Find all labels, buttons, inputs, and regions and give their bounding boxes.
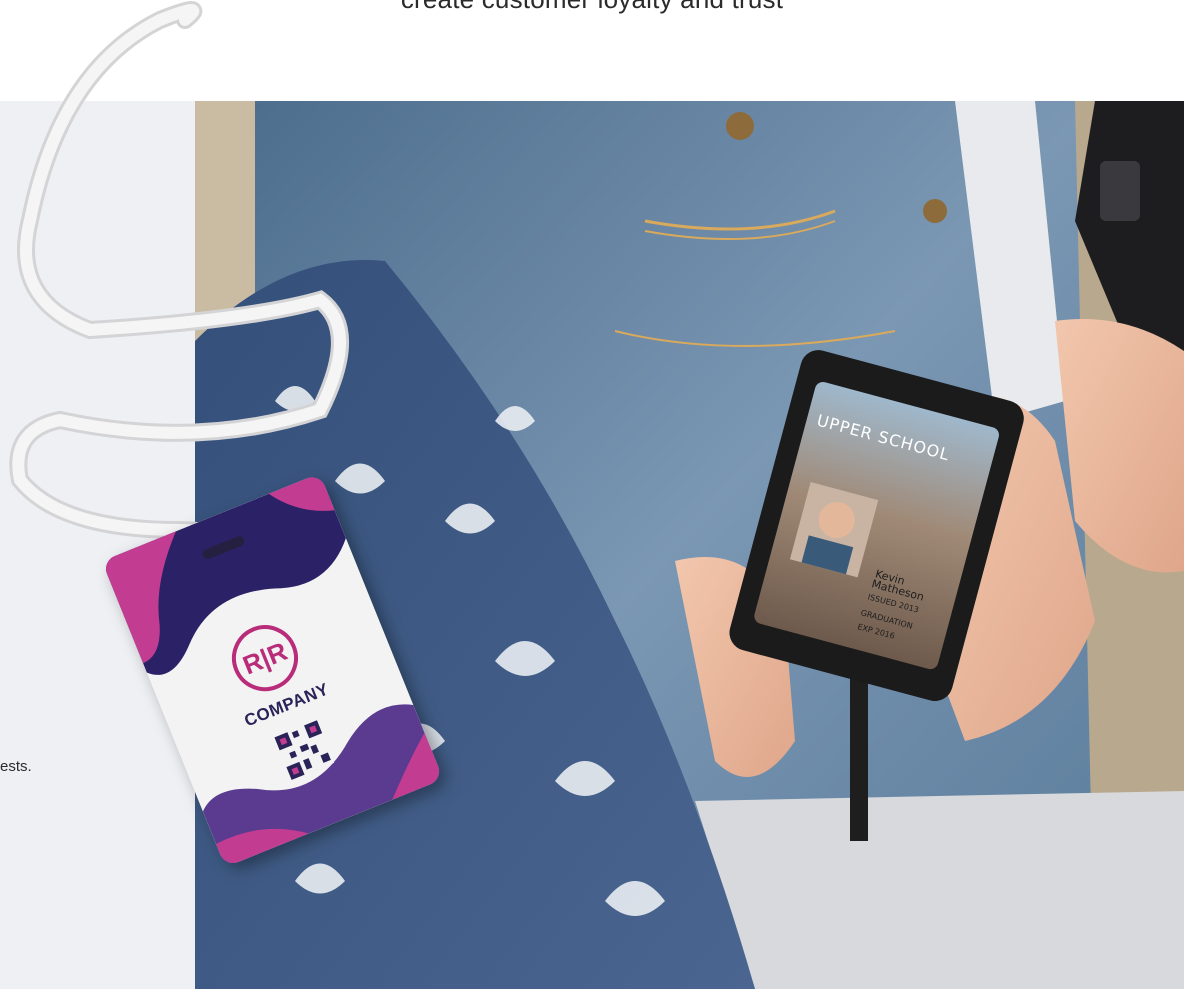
headline: create customer loyalty and trust (0, 0, 1184, 15)
left-body-text: ests. (0, 758, 32, 775)
